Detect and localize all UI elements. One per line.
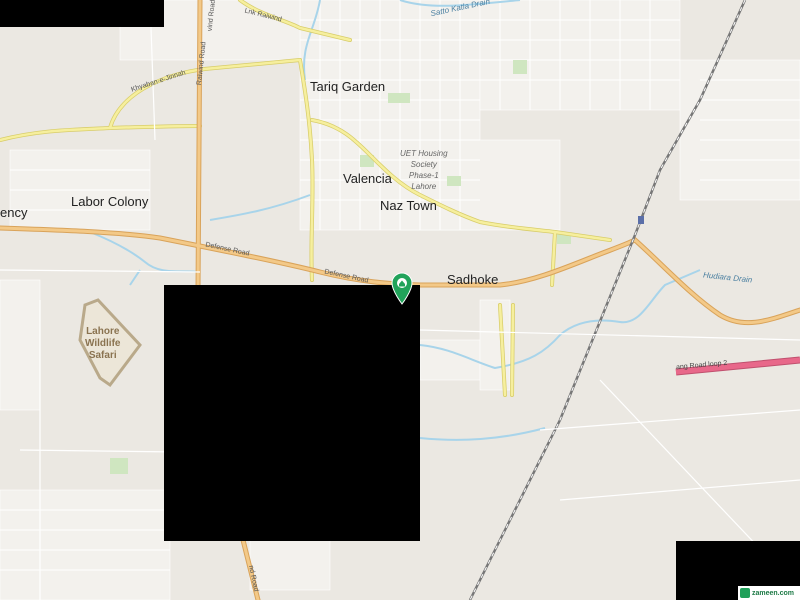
- place-label-naz-town: Naz Town: [380, 198, 437, 213]
- redaction-block-top-left: [0, 0, 164, 27]
- place-label-sadhoke: Sadhoke: [447, 272, 499, 287]
- attribution-badge[interactable]: zameen.com: [738, 586, 800, 600]
- place-label-tariq-garden: Tariq Garden: [310, 79, 386, 94]
- place-label-uet-housing: UET Housing Society Phase-1 Lahore: [400, 149, 448, 191]
- place-label-valencia: Valencia: [343, 171, 392, 186]
- location-pin-icon[interactable]: [390, 271, 414, 305]
- place-label-lahore-wildlife-safari: Lahore Wildlife Safari: [85, 326, 121, 361]
- attribution-text: zameen.com: [752, 589, 795, 597]
- place-label-labor-colony: Labor Colony: [71, 194, 149, 209]
- redaction-block-center: [164, 285, 420, 541]
- place-label-agency-partial: ency: [0, 205, 28, 220]
- zameen-logo-icon: [740, 588, 750, 598]
